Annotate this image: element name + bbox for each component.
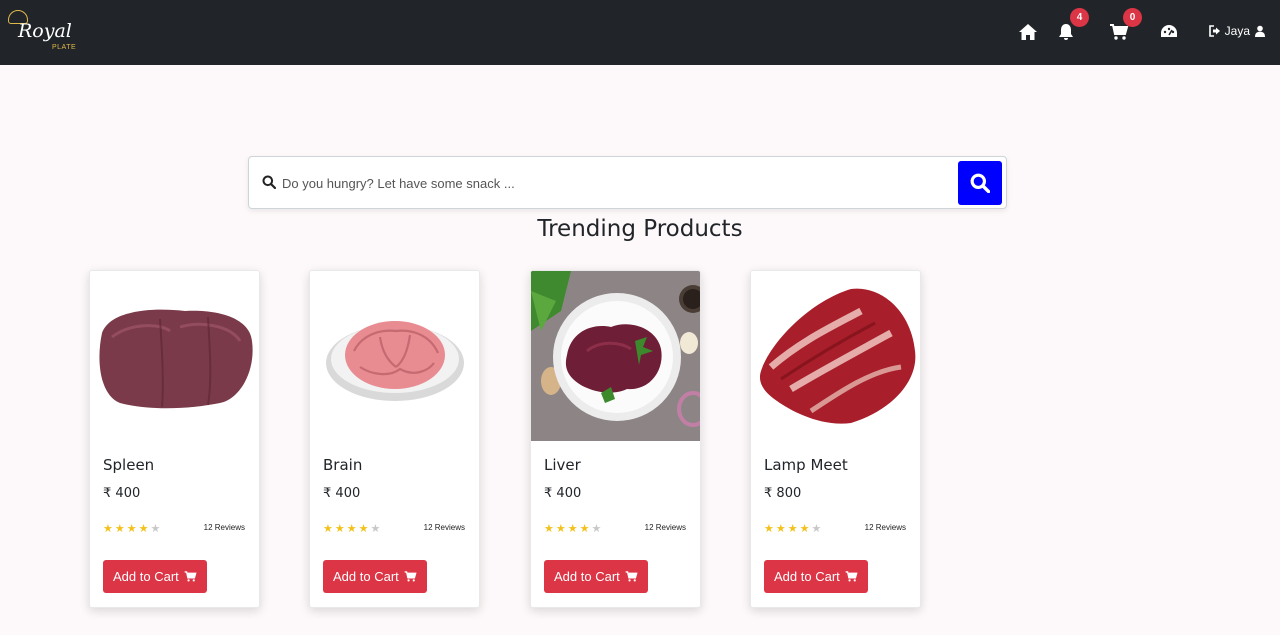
add-to-cart-label: Add to Cart	[774, 569, 840, 584]
star-icon: ★	[567, 522, 578, 535]
product-price: ₹ 400	[103, 486, 141, 501]
product-name: Brain	[323, 456, 363, 474]
product-name: Lamp Meet	[764, 456, 848, 474]
product-card: Liver ₹ 400 ★ ★ ★ ★ ★ 12 Reviews Add to Cart	[530, 270, 701, 608]
add-to-cart-button[interactable]: Add to Cart	[103, 560, 207, 593]
user-name: Jaya	[1224, 24, 1250, 38]
logo-subtext: PLATE	[52, 44, 77, 51]
star-rating: ★ ★ ★ ★ ★	[764, 523, 821, 534]
star-icon: ★	[555, 522, 566, 535]
review-count: 12 Reviews	[644, 523, 686, 532]
star-icon: ★	[358, 522, 369, 535]
cart-icon	[404, 571, 417, 582]
star-icon: ★	[334, 522, 345, 535]
user-icon	[1255, 25, 1265, 37]
star-icon: ★	[579, 522, 590, 535]
notification-badge: 4	[1070, 8, 1089, 27]
product-card: Spleen ₹ 400 ★ ★ ★ ★ ★ 12 Reviews Add to Car…	[89, 270, 260, 608]
star-icon: ★	[346, 522, 357, 535]
add-to-cart-label: Add to Cart	[113, 569, 179, 584]
notifications-button[interactable]: 4	[1056, 8, 1089, 42]
product-price: ₹ 400	[323, 486, 361, 501]
royal-plate-logo[interactable]: Royal PLATE	[8, 8, 78, 56]
logo-text: Royal	[18, 20, 72, 42]
search-icon	[262, 175, 276, 189]
star-icon: ★	[591, 522, 602, 535]
star-rating: ★ ★ ★ ★ ★	[103, 523, 160, 534]
cart-icon	[625, 571, 638, 582]
star-rating: ★ ★ ★ ★ ★	[544, 523, 601, 534]
cart-icon	[845, 571, 858, 582]
product-name: Liver	[544, 456, 581, 474]
star-icon: ★	[103, 522, 113, 535]
navbar: Royal PLATE 4 0 Jaya	[0, 0, 1280, 65]
search-icon	[970, 173, 990, 193]
star-icon: ★	[370, 522, 381, 535]
star-icon: ★	[138, 522, 149, 535]
product-price: ₹ 400	[544, 486, 582, 501]
star-icon: ★	[811, 522, 822, 535]
product-name: Spleen	[103, 456, 155, 474]
user-menu[interactable]: Jaya	[1208, 24, 1266, 38]
search-button[interactable]	[958, 161, 1002, 205]
add-to-cart-label: Add to Cart	[554, 569, 620, 584]
cart-button[interactable]: 0	[1109, 8, 1142, 42]
search-bar	[248, 156, 1007, 209]
cart-icon	[184, 571, 197, 582]
product-card: Lamp Meet ₹ 800 ★ ★ ★ ★ ★ 12 Reviews Add to …	[750, 270, 921, 608]
star-icon: ★	[126, 522, 137, 535]
cart-badge: 0	[1123, 8, 1142, 27]
product-image	[310, 271, 479, 441]
home-icon[interactable]	[1018, 22, 1038, 42]
review-count: 12 Reviews	[864, 523, 906, 532]
product-image	[751, 271, 920, 441]
add-to-cart-button[interactable]: Add to Cart	[544, 560, 648, 593]
star-icon: ★	[764, 522, 774, 535]
review-count: 12 Reviews	[203, 523, 245, 532]
star-icon: ★	[114, 522, 125, 535]
product-price: ₹ 800	[764, 486, 802, 501]
star-icon: ★	[323, 522, 333, 535]
product-card: Brain ₹ 400 ★ ★ ★ ★ ★ 12 Reviews Add to Cart	[309, 270, 480, 608]
star-icon: ★	[544, 522, 554, 535]
star-icon: ★	[775, 522, 786, 535]
add-to-cart-button[interactable]: Add to Cart	[323, 560, 427, 593]
search-input[interactable]	[282, 171, 942, 195]
star-icon: ★	[150, 522, 161, 535]
dashboard-icon[interactable]	[1159, 22, 1179, 42]
add-to-cart-label: Add to Cart	[333, 569, 399, 584]
product-image	[90, 271, 259, 441]
product-image	[531, 271, 700, 441]
star-icon: ★	[799, 522, 810, 535]
star-rating: ★ ★ ★ ★ ★	[323, 523, 380, 534]
review-count: 12 Reviews	[423, 523, 465, 532]
star-icon: ★	[787, 522, 798, 535]
add-to-cart-button[interactable]: Add to Cart	[764, 560, 868, 593]
sign-out-icon	[1208, 25, 1220, 37]
section-title: Trending Products	[537, 216, 743, 242]
